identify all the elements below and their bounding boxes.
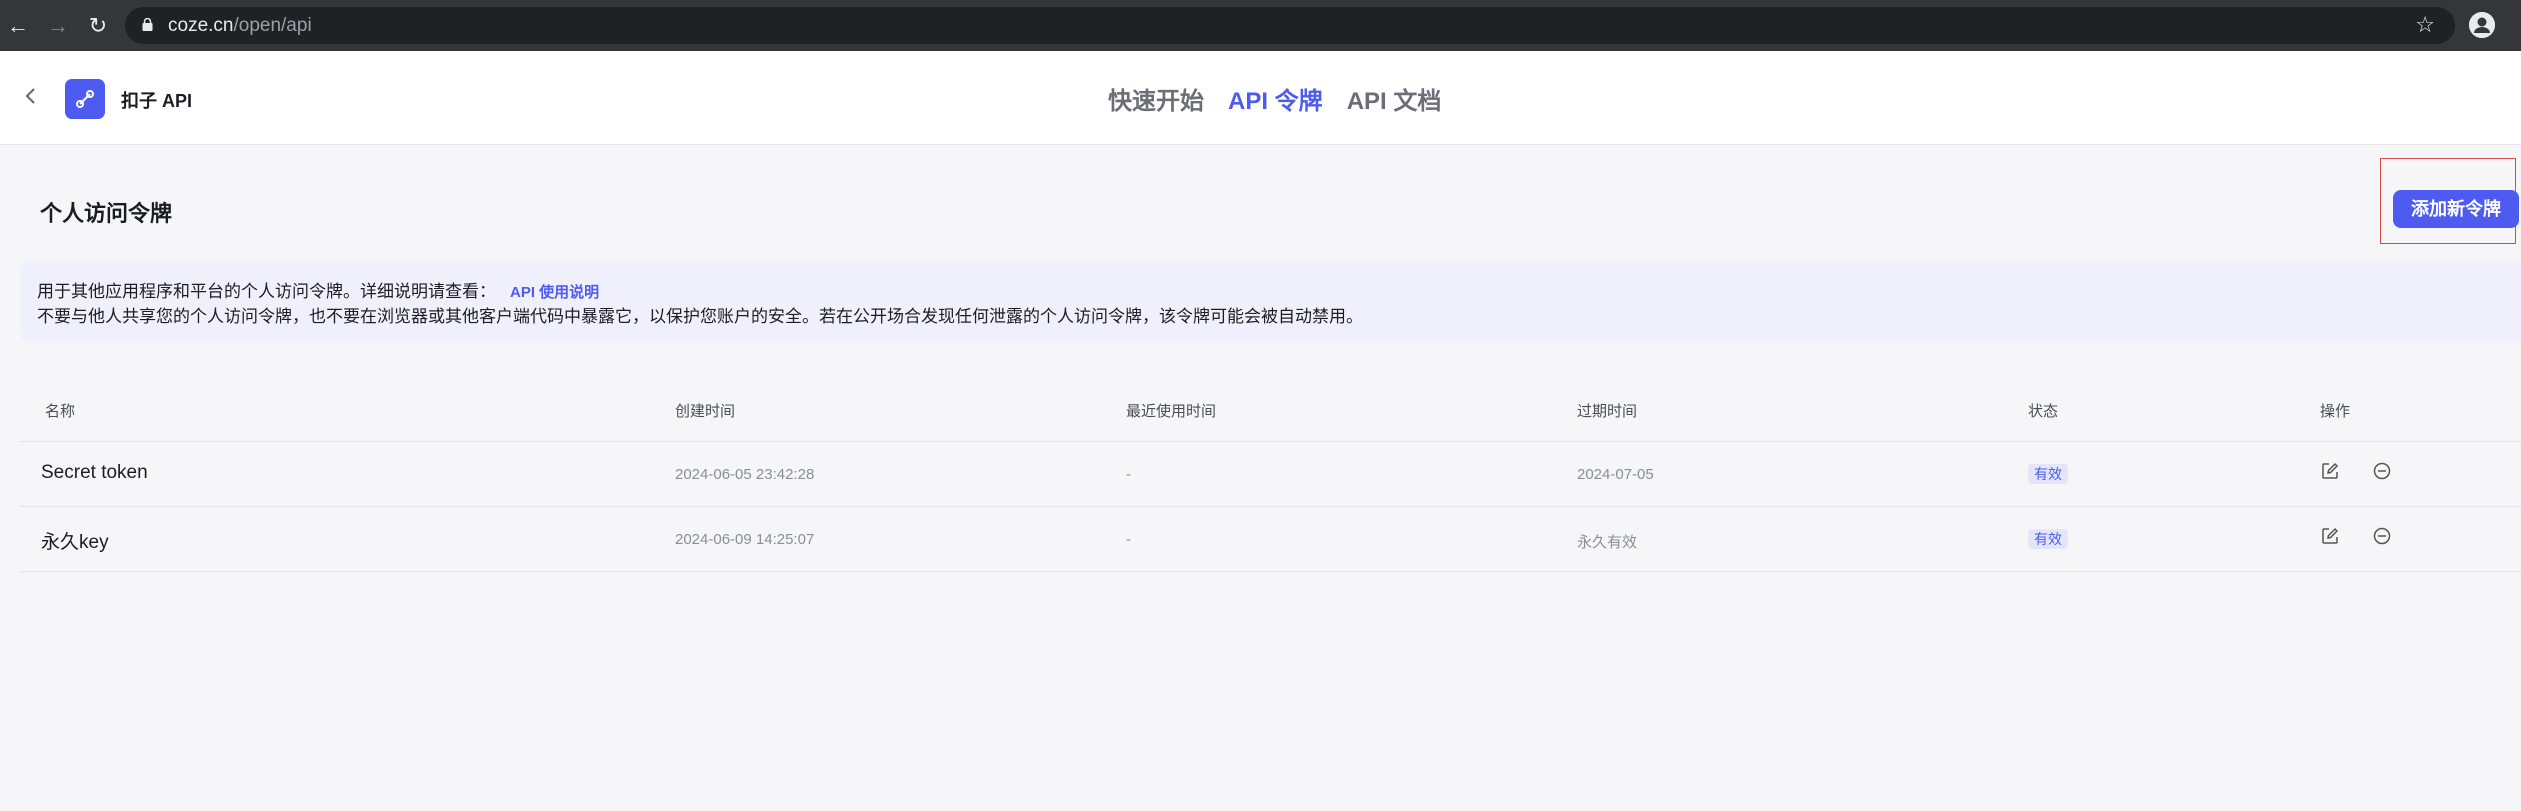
browser-toolbar: ← → ↻ coze.cn/open/api ☆: [0, 0, 2521, 51]
table-header: 名称 创建时间 最近使用时间 过期时间 状态 操作: [20, 375, 2521, 442]
link-icon: [76, 90, 94, 108]
bookmark-star-icon[interactable]: ☆: [2415, 12, 2435, 38]
profile-avatar-icon[interactable]: [2469, 12, 2495, 38]
created-time: 2024-06-09 14:25:07: [675, 531, 815, 548]
tab-quick-start[interactable]: 快速开始: [1108, 81, 1204, 116]
lock-icon: [142, 18, 153, 31]
last-used-time: -: [1126, 531, 1131, 548]
notice-line-1: 用于其他应用程序和平台的个人访问令牌。详细说明请查看： API 使用说明: [37, 277, 599, 302]
column-header-actions: 操作: [2320, 403, 2351, 420]
edit-icon[interactable]: [2320, 461, 2340, 481]
column-header-expires: 过期时间: [1577, 403, 1638, 420]
disable-icon[interactable]: [2372, 526, 2392, 546]
url-path: /open/api: [233, 15, 312, 36]
expire-time: 2024-07-05: [1577, 466, 1654, 483]
reload-icon[interactable]: ↻: [85, 13, 111, 39]
token-table: 名称 创建时间 最近使用时间 过期时间 状态 操作 Secret token 2…: [20, 375, 2521, 572]
notice-line-2: 不要与他人共享您的个人访问令牌，也不要在浏览器或其他客户端代码中暴露它，以保护您…: [37, 307, 1363, 326]
column-header-created: 创建时间: [675, 403, 736, 420]
url-text: coze.cn/open/api: [168, 15, 312, 37]
page-title: 个人访问令牌: [40, 201, 173, 226]
expire-time: 永久有效: [1577, 534, 1638, 551]
top-nav-tabs: 快速开始 API 令牌 API 文档: [1108, 81, 1441, 116]
add-token-button[interactable]: 添加新令牌: [2393, 190, 2519, 228]
forward-arrow-icon[interactable]: →: [45, 13, 71, 39]
url-host: coze.cn: [168, 15, 234, 36]
disable-icon[interactable]: [2372, 461, 2392, 481]
table-row: Secret token 2024-06-05 23:42:28 - 2024-…: [20, 442, 2521, 507]
app-title: 扣子 API: [121, 91, 193, 111]
coze-logo: [65, 79, 105, 119]
column-header-name: 名称: [45, 403, 76, 420]
notice-text-1: 用于其他应用程序和平台的个人访问令牌。详细说明请查看：: [37, 282, 496, 301]
table-row: 永久key 2024-06-09 14:25:07 - 永久有效 有效: [20, 507, 2521, 572]
column-header-last-used: 最近使用时间: [1126, 403, 1217, 420]
token-name: Secret token: [41, 462, 148, 483]
api-usage-link[interactable]: API 使用说明: [510, 284, 599, 301]
status-badge: 有效: [2028, 529, 2068, 549]
info-notice: 用于其他应用程序和平台的个人访问令牌。详细说明请查看： API 使用说明 不要与他…: [20, 261, 2521, 341]
status-badge: 有效: [2028, 464, 2068, 484]
app-header: 扣子 API 快速开始 API 令牌 API 文档: [0, 51, 2521, 145]
token-name: 永久key: [41, 532, 109, 553]
edit-icon[interactable]: [2320, 526, 2340, 546]
back-arrow-icon[interactable]: ←: [5, 13, 31, 39]
last-used-time: -: [1126, 466, 1131, 483]
address-bar[interactable]: coze.cn/open/api ☆: [125, 7, 2455, 44]
tab-api-docs[interactable]: API 文档: [1347, 81, 1442, 116]
column-header-status: 状态: [2028, 403, 2059, 420]
back-chevron-icon[interactable]: [18, 83, 44, 109]
tab-api-tokens[interactable]: API 令牌: [1228, 81, 1323, 116]
created-time: 2024-06-05 23:42:28: [675, 466, 815, 483]
